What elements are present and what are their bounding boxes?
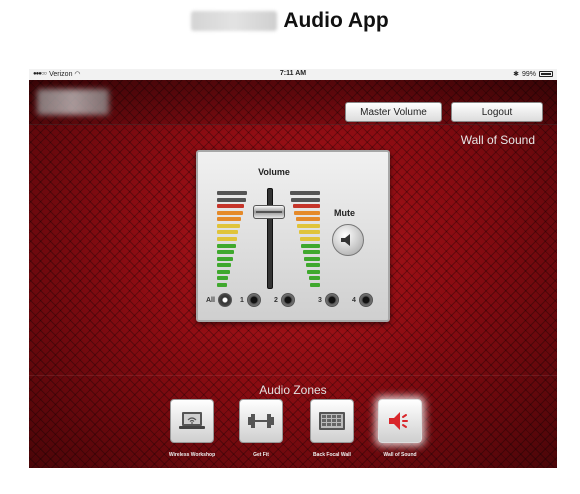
level-meter-right xyxy=(286,191,320,287)
level-meter-segment xyxy=(293,204,320,209)
level-meter-segment xyxy=(310,282,320,287)
level-meter-segment xyxy=(217,256,233,261)
level-meter-segment xyxy=(217,276,228,281)
level-meter-segment xyxy=(300,236,320,241)
volume-slider-track[interactable] xyxy=(267,188,273,289)
level-meter-segment xyxy=(217,250,234,255)
level-meter-segment xyxy=(217,282,227,287)
level-meter-segment xyxy=(304,256,320,261)
level-meter-segment xyxy=(217,243,236,248)
ipad-screen: ●●●○○ Verizon ◠ 7:11 AM ✱ 99% Master Vol… xyxy=(29,69,557,468)
output-radio-icon xyxy=(358,293,373,307)
laptop-wifi-icon xyxy=(179,411,205,431)
level-meter-segment xyxy=(217,236,237,241)
zones-divider xyxy=(29,375,557,376)
output-selector-1[interactable]: 1 xyxy=(240,293,261,307)
audio-zones-label: Audio Zones xyxy=(259,383,327,397)
speaker-icon xyxy=(341,234,350,246)
zone-tile-wireless-workshop[interactable] xyxy=(170,399,214,443)
output-label: 1 xyxy=(240,296,244,304)
level-meter-segment xyxy=(217,210,243,215)
output-selector-all[interactable]: All xyxy=(206,293,232,307)
dumbbell-icon xyxy=(247,413,275,429)
level-meter-segment xyxy=(309,276,320,281)
output-label: 4 xyxy=(352,296,356,304)
level-meter-segment xyxy=(306,263,320,268)
level-meter-segment xyxy=(217,263,231,268)
bluetooth-icon: ✱ xyxy=(513,71,519,78)
level-meter-segment xyxy=(307,269,320,274)
output-selector-3[interactable]: 3 xyxy=(318,293,339,307)
current-zone-title: Wall of Sound xyxy=(460,133,535,147)
document-title: Audio App xyxy=(0,8,580,34)
level-meter-segment xyxy=(217,217,241,222)
battery-icon xyxy=(539,71,553,77)
mute-label: Mute xyxy=(334,208,355,218)
output-radio-icon xyxy=(280,293,295,307)
level-meter-segment xyxy=(217,223,240,228)
output-selector-2[interactable]: 2 xyxy=(274,293,295,307)
document-title-text: Audio App xyxy=(283,9,389,32)
status-time: 7:11 AM xyxy=(279,70,307,77)
level-meter-left xyxy=(217,191,251,287)
volume-label: Volume xyxy=(258,167,290,177)
battery-percent: 99% xyxy=(521,70,536,78)
level-meter-segment xyxy=(217,204,244,209)
zone-caption: Wall of Sound xyxy=(383,452,417,458)
level-meter-segment xyxy=(294,210,320,215)
output-label: 2 xyxy=(274,296,278,304)
level-meter-segment xyxy=(290,191,320,195)
redacted-user-logo xyxy=(37,89,109,115)
speaker-icon xyxy=(387,410,413,432)
level-meter-segment xyxy=(291,197,320,202)
level-meter-segment xyxy=(296,217,320,222)
level-meter-segment xyxy=(299,230,320,235)
status-bar: ●●●○○ Verizon ◠ 7:11 AM ✱ 99% xyxy=(29,69,557,80)
redacted-brand xyxy=(191,11,278,31)
output-label: All xyxy=(206,296,215,304)
zone-tile-get-fit[interactable] xyxy=(239,399,283,443)
zone-tile-wall-of-sound[interactable] xyxy=(378,399,422,443)
level-meter-segment xyxy=(301,243,320,248)
output-radio-icon xyxy=(217,293,232,307)
logout-button[interactable]: Logout xyxy=(451,102,543,122)
output-selector-row: All 1 2 3 4 xyxy=(206,293,382,309)
level-meter-segment xyxy=(217,197,246,202)
zone-tile-back-focal-wall[interactable] xyxy=(310,399,354,443)
mute-button[interactable] xyxy=(332,224,364,256)
video-wall-icon xyxy=(318,411,346,431)
zone-caption: Get Fit xyxy=(253,452,269,458)
output-selector-4[interactable]: 4 xyxy=(352,293,373,307)
master-volume-button[interactable]: Master Volume xyxy=(345,102,442,122)
volume-slider-handle[interactable] xyxy=(253,205,285,220)
output-radio-icon xyxy=(246,293,261,307)
header-bar: Master Volume Logout xyxy=(29,80,557,125)
level-meter-segment xyxy=(217,191,247,195)
level-meter-segment xyxy=(297,223,320,228)
volume-panel: Volume Mute All 1 2 3 4 xyxy=(196,150,390,322)
zone-caption: Wireless Workshop xyxy=(168,452,216,458)
level-meter-segment xyxy=(217,230,238,235)
level-meter-segment xyxy=(217,269,230,274)
level-meter-segment xyxy=(303,250,320,255)
output-radio-icon xyxy=(324,293,339,307)
output-label: 3 xyxy=(318,296,322,304)
